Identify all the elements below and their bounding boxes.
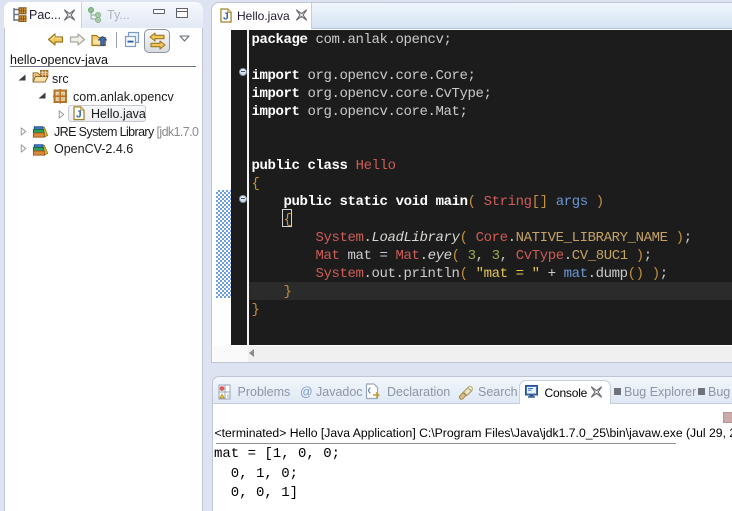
svg-text:J: J [76, 109, 82, 120]
svg-text:J: J [223, 12, 229, 23]
